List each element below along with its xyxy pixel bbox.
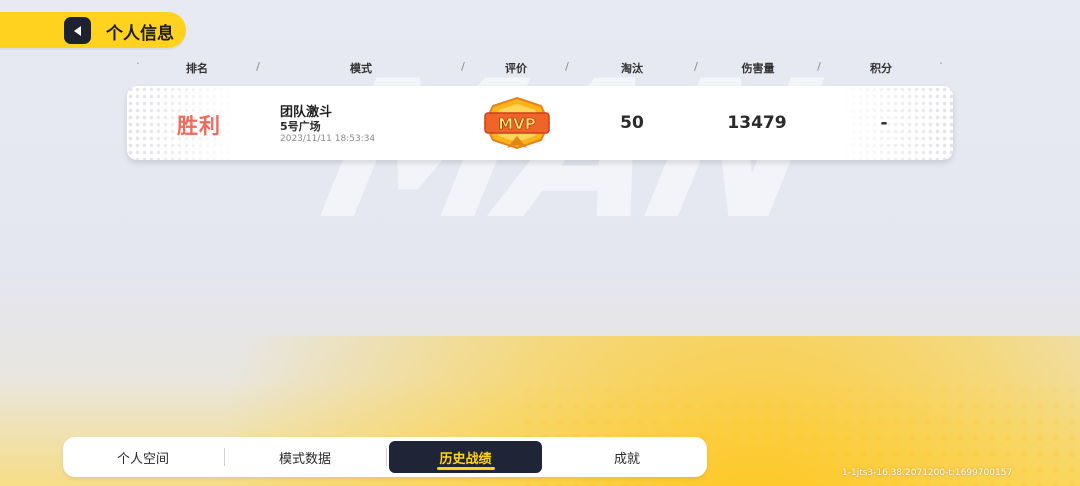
tab-match-history[interactable]: 历史战绩 (389, 441, 542, 473)
column-separator: / (565, 60, 569, 73)
points-value: - (880, 113, 888, 133)
tab-achievements[interactable]: 成就 (547, 441, 707, 473)
damage-value: 13479 (727, 113, 787, 133)
column-separator: / (817, 60, 821, 73)
map-name: 5号广场 (280, 120, 321, 133)
card-pattern-right (843, 86, 953, 160)
column-header-damage: 伤害量 (741, 62, 775, 75)
column-header-eliminations: 淘汰 (621, 62, 643, 75)
tab-label: 成就 (613, 451, 640, 467)
match-record-card[interactable]: 胜利 团队激斗 5号广场 2023/11/11 18:53:34 MVP 50 … (127, 86, 953, 160)
mvp-badge-label: MVP (498, 115, 536, 133)
version-info: 1-1jts3-16.38.2071200-t:1699700157 (842, 468, 1013, 478)
tab-divider (386, 448, 387, 466)
header-dot-right: · (939, 57, 943, 70)
page-title: 个人信息 (106, 24, 174, 44)
column-header-rating: 评价 (505, 62, 527, 75)
header-bar: 个人信息 (0, 12, 186, 48)
column-header-mode: 模式 (350, 62, 372, 75)
eliminations-value: 50 (620, 113, 644, 133)
column-header-rank: 排名 (186, 62, 208, 75)
back-button[interactable] (64, 17, 91, 44)
column-headers: · 排名 / 模式 / 评价 / 淘汰 / 伤害量 / 积分 · (130, 57, 950, 78)
column-separator: / (694, 60, 698, 73)
mvp-badge-icon: MVP (483, 96, 551, 150)
tab-mode-data[interactable]: 模式数据 (225, 441, 385, 473)
column-header-points: 积分 (870, 62, 892, 75)
match-result: 胜利 (177, 114, 221, 138)
match-timestamp: 2023/11/11 18:53:34 (280, 134, 376, 144)
tab-personal-space[interactable]: 个人空间 (63, 441, 223, 473)
column-separator: / (256, 60, 260, 73)
tab-label: 历史战绩 (439, 451, 492, 467)
active-tab-indicator (436, 467, 495, 470)
back-arrow-icon (73, 25, 81, 36)
header-dot-left: · (136, 57, 140, 70)
column-separator: / (461, 60, 465, 73)
tab-label: 个人空间 (116, 451, 169, 467)
bottom-tab-bar: 个人空间 模式数据 历史战绩 成就 (63, 437, 707, 477)
tab-label: 模式数据 (278, 451, 331, 467)
